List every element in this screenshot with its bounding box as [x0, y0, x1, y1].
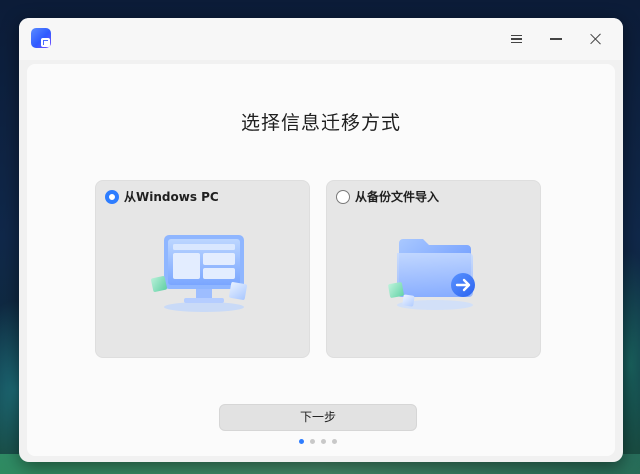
option-card-backup-file[interactable]: 从备份文件导入	[326, 180, 541, 358]
windows-pc-monitor-icon	[151, 235, 247, 312]
minimize-icon	[550, 38, 562, 40]
option-label-backup-file: 从备份文件导入	[355, 190, 440, 204]
radio-windows-pc[interactable]	[105, 190, 119, 204]
page-title: 选择信息迁移方式	[240, 112, 401, 134]
page-dot-1	[299, 439, 304, 444]
content-area: 选择信息迁移方式 从Windows PC 从备份文件导入 下一步	[27, 64, 615, 456]
radio-backup-file[interactable]	[336, 190, 350, 204]
page-indicator	[299, 439, 337, 444]
minimize-button[interactable]	[546, 29, 566, 49]
titlebar	[19, 18, 623, 60]
page-dot-2	[310, 439, 315, 444]
page-dot-3	[321, 439, 326, 444]
close-icon	[590, 33, 602, 45]
hamburger-menu-icon	[510, 33, 522, 46]
app-icon	[31, 28, 51, 48]
backup-folder-import-icon	[388, 239, 475, 310]
option-label-windows-pc: 从Windows PC	[124, 190, 219, 204]
close-button[interactable]	[586, 29, 606, 49]
page-dot-4	[332, 439, 337, 444]
next-step-button[interactable]: 下一步	[219, 404, 417, 431]
option-card-windows-pc[interactable]: 从Windows PC	[95, 180, 310, 358]
migration-window: 选择信息迁移方式 从Windows PC 从备份文件导入 下一步	[19, 18, 623, 462]
menu-button[interactable]	[506, 29, 526, 49]
